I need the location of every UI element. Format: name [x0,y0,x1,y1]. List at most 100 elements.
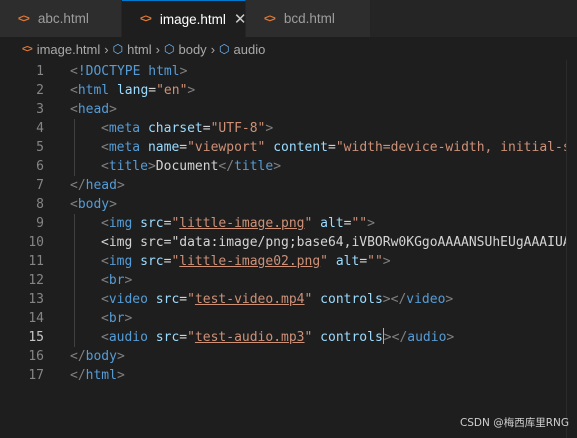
code-text: <body> [70,195,117,214]
code-line[interactable]: 8 <body> [0,195,577,214]
symbol-element-icon: ⬡ [219,42,230,56]
code-token: "width=device-width, initial-sca [335,140,577,155]
code-line[interactable]: 11 <img src="little-image02.png" alt=""> [0,252,577,271]
code-token: video [108,292,148,307]
tab-bar: <> abc.html <> image.html ✕ <> bcd.html [0,0,577,37]
code-line[interactable]: 3 <head> [0,100,577,119]
code-token: head [77,102,110,117]
code-token: alt [320,216,344,231]
code-token: = [179,330,188,345]
code-token: < [70,102,78,117]
code-token: < [101,140,109,155]
line-number: 16 [28,349,44,364]
code-text: <img src="data:image/png;base64,iVBORw0K… [101,233,577,252]
code-token: = [179,140,188,155]
code-text: <title>Document</title> [101,157,281,176]
code-token: > [147,159,156,174]
code-token: meta [108,140,141,155]
code-editor[interactable]: 1 <!DOCTYPE html> 2 <html lang="en"> 3 <head>… [0,60,577,390]
code-line[interactable]: 10 <img src="data:image/png;base64,iVBORw… [0,233,577,252]
html-file-icon: <> [22,43,33,55]
code-token: > [124,311,133,326]
code-token: < [101,330,109,345]
line-number: 8 [36,197,44,212]
code-line[interactable]: 15 <audio src="test-audio.mp3" controls><… [0,328,577,347]
code-line[interactable]: 9 <img src="little-image.png" alt=""> [0,214,577,233]
breadcrumb-item-audio[interactable]: audio [234,42,266,57]
line-number: 7 [36,178,44,193]
vertical-scrollbar[interactable] [566,60,577,438]
breadcrumb-item-body[interactable]: body [178,42,206,57]
line-number: 2 [36,83,44,98]
code-line[interactable]: 14 <br> [0,309,577,328]
code-token: content [273,140,329,155]
code-token: charset [147,121,203,136]
code-line[interactable]: 1 <!DOCTYPE html> [0,62,577,81]
line-number: 3 [36,102,44,117]
breadcrumb: <> image.html › ⬡ html › ⬡ body › ⬡ audi… [0,37,577,61]
code-token: src [155,330,180,345]
code-token: > [179,64,188,79]
code-token: src [140,254,164,269]
code-token: = [202,121,211,136]
code-line[interactable]: 13 <video src="test-video.mp4" controls><… [0,290,577,309]
code-token: body [85,349,117,364]
close-icon[interactable]: ✕ [234,10,247,28]
code-token: audio [108,330,148,345]
code-token: name [147,140,180,155]
code-line[interactable]: 4 <meta charset="UTF-8"> [0,119,577,138]
symbol-element-icon: ⬡ [164,42,175,56]
tab-bcd-html[interactable]: <> bcd.html [246,0,371,37]
code-token: lang [116,83,149,98]
code-token: </ [70,368,86,383]
code-token: br [108,273,125,288]
line-number: 1 [36,64,44,79]
code-token: html [148,64,180,79]
code-token: < [70,83,78,98]
line-number: 10 [28,235,44,250]
code-text: <br> [101,271,132,290]
code-line[interactable]: 16 </body> [0,347,577,366]
code-line[interactable]: 6 <title>Document</title> [0,157,577,176]
breadcrumb-item-html[interactable]: html [127,42,152,57]
code-line[interactable]: 2 <html lang="en"> [0,81,577,100]
code-text: </body> [70,347,125,366]
watermark: CSDN @梅西库里RNG [459,417,569,429]
code-token: > [273,159,282,174]
code-text: </head> [70,176,125,195]
code-token: </ [70,349,86,364]
html-file-icon: <> [264,12,276,25]
code-token: > [116,349,125,364]
code-token: title [108,159,148,174]
code-token: body [77,197,110,212]
breadcrumb-item-file[interactable]: image.html [37,42,101,57]
tab-label: abc.html [37,11,89,26]
code-token: head [85,178,117,193]
code-token: = [328,140,336,155]
code-line[interactable]: 7 </head> [0,176,577,195]
tab-abc-html[interactable]: <> abc.html [0,0,122,37]
code-text: <video src="test-video.mp4" controls></v… [101,290,453,309]
code-token: > [382,254,391,269]
code-token: test-audio.mp3 [194,330,305,345]
code-token: little-image.png [179,216,305,231]
code-line[interactable]: 17 </html> [0,366,577,385]
code-token: little-image02.png [179,254,321,269]
code-token: < [101,159,109,174]
html-file-icon: <> [18,12,30,25]
code-line[interactable]: 5 <meta name="viewport" content="width=de… [0,138,577,157]
code-text: <meta name="viewport" content="width=dev… [101,138,577,157]
code-line[interactable]: 12 <br> [0,271,577,290]
code-token: test-video.mp4 [194,292,305,307]
code-token: </ [70,178,86,193]
code-token: "UTF-8" [210,121,266,136]
tab-image-html[interactable]: <> image.html ✕ [122,0,246,37]
code-token: < [101,216,109,231]
code-text: <html lang="en"> [70,81,195,100]
code-token: "en" [156,83,188,98]
